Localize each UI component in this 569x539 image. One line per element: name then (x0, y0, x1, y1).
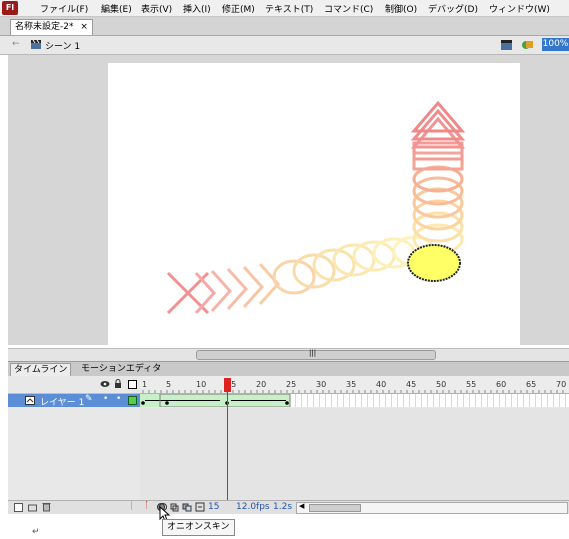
timeline-footer: | ᛙ 15 12.0fps 1.2s ◀ (8, 500, 569, 514)
layer-icon (25, 396, 35, 405)
center-frame-icon[interactable]: | (130, 501, 133, 511)
close-icon[interactable]: × (80, 22, 88, 32)
keyframe[interactable] (141, 401, 145, 405)
onion-chevron (210, 269, 233, 313)
ruler-label: 65 (526, 380, 536, 389)
onion-skin-outlines-icon[interactable] (170, 502, 180, 512)
current-ellipse-shape[interactable] (407, 244, 461, 282)
menu-window[interactable]: ウィンドウ(W) (489, 2, 550, 15)
lock-icon[interactable] (114, 379, 122, 389)
tab-motion-editor[interactable]: モーションエディタ (78, 363, 164, 375)
ruler-label: 25 (286, 380, 296, 389)
elapsed-time: 1.2s (273, 502, 293, 512)
layer-row[interactable]: レイヤー 1 ✎ • • (8, 394, 140, 408)
ruler-label: 20 (256, 380, 266, 389)
onion-triangle (410, 108, 466, 141)
edit-symbols-icon[interactable] (520, 38, 536, 51)
playhead[interactable] (223, 376, 233, 500)
trash-icon[interactable] (42, 502, 51, 512)
tab-timeline[interactable]: タイムライン (10, 363, 72, 376)
menu-insert[interactable]: 挿入(I) (183, 2, 211, 15)
frame-rate[interactable]: 12.0fps (236, 502, 270, 512)
zoom-field[interactable]: 100% (542, 38, 569, 51)
menu-commands[interactable]: コマンド(C) (324, 2, 373, 15)
document-tab-strip: 名称未設定-2* × (0, 17, 569, 36)
visibility-dot[interactable]: • (103, 394, 108, 404)
ruler-label: 50 (436, 380, 446, 389)
edit-multiple-frames-icon[interactable] (182, 502, 192, 512)
playhead-marker-icon: ᛙ (144, 501, 150, 511)
modify-markers-icon[interactable] (195, 502, 205, 512)
ruler-label: 70 (556, 380, 566, 389)
scroll-left-icon[interactable]: ◀ (299, 502, 304, 510)
scrollbar-thumb[interactable]: ||| (196, 349, 436, 360)
frames-area-empty (140, 408, 569, 500)
new-layer-icon[interactable] (14, 503, 24, 512)
layer-header (8, 376, 140, 394)
outline-color-swatch[interactable] (128, 396, 137, 405)
ruler-label: 55 (466, 380, 476, 389)
scene-clapper-icon (31, 39, 41, 49)
edit-bar: ← シーン 1 100% (0, 36, 569, 55)
frame-ruler[interactable]: 1 5 10 15 20 25 30 35 40 45 50 55 60 65 70 (140, 376, 569, 394)
document-tab[interactable]: 名称未設定-2* × (10, 19, 93, 35)
menu-view[interactable]: 表示(V) (141, 2, 172, 15)
flash-app-icon[interactable]: Fl (2, 1, 18, 15)
menu-control[interactable]: 制御(O) (385, 2, 417, 15)
lock-dot[interactable]: • (116, 394, 121, 404)
scene-label[interactable]: シーン 1 (45, 39, 80, 52)
outline-icon[interactable] (128, 380, 137, 389)
document-tab-title: 名称未設定-2* (15, 22, 74, 32)
keyframe[interactable] (165, 401, 169, 405)
ruler-label: 35 (346, 380, 356, 389)
back-arrow-icon[interactable]: ← (12, 39, 20, 49)
timeline-tab-strip: タイムライン モーションエディタ (8, 361, 569, 376)
ruler-label: 5 (166, 380, 171, 389)
eye-icon[interactable] (100, 380, 110, 388)
menu-text[interactable]: テキスト(T) (265, 2, 313, 15)
menu-bar: Fl ファイル(F) 編集(E) 表示(V) 挿入(I) 修正(M) テキスト(… (0, 0, 569, 17)
ruler-label: 30 (316, 380, 326, 389)
onion-chevron (226, 267, 249, 311)
scrollbar-thumb[interactable] (309, 504, 361, 512)
frames-row[interactable] (140, 394, 569, 407)
onion-chevron (242, 265, 265, 309)
menu-edit[interactable]: 編集(E) (101, 2, 132, 15)
onion-chevron (194, 271, 217, 315)
layer-list-empty (8, 408, 141, 500)
frame-cells (140, 394, 569, 407)
paragraph-mark-icon: ↵ (32, 527, 40, 537)
scroll-grip-icon: ||| (309, 349, 317, 357)
tooltip: オニオンスキン (162, 519, 235, 536)
ruler-label: 40 (376, 380, 386, 389)
ruler-label: 45 (406, 380, 416, 389)
ruler-ticks: 1 5 10 15 20 25 30 35 40 45 50 55 60 65 70 (142, 380, 566, 393)
ruler-label: 10 (196, 380, 206, 389)
edit-scene-icon[interactable] (500, 38, 514, 51)
layer-name[interactable]: レイヤー 1 (40, 395, 84, 408)
new-folder-icon[interactable] (28, 503, 38, 512)
menu-modify[interactable]: 修正(M) (222, 2, 255, 15)
onion-skin-artwork (166, 100, 466, 315)
keyframe[interactable] (285, 401, 289, 405)
current-frame[interactable]: 15 (208, 502, 219, 512)
ruler-label: 60 (496, 380, 506, 389)
timeline-horizontal-scrollbar[interactable]: ◀ (296, 502, 568, 514)
menu-debug[interactable]: デバッグ(D) (428, 2, 478, 15)
ruler-label: 1 (142, 380, 147, 389)
pencil-icon: ✎ (85, 394, 93, 404)
menu-file[interactable]: ファイル(F) (40, 2, 88, 15)
onion-rect (412, 141, 464, 161)
